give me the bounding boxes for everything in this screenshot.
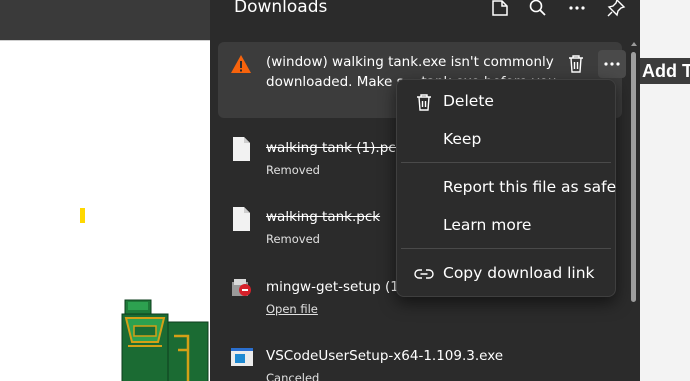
menu-separator — [401, 162, 611, 163]
file-name: mingw-get-setup (1) — [266, 279, 405, 295]
downloads-title: Downloads — [234, 0, 328, 17]
vscode-installer-icon — [231, 348, 253, 366]
file-icon — [233, 207, 250, 231]
menu-item-report-safe[interactable]: Report this file as safe — [397, 170, 617, 206]
open-file-link[interactable]: Open file — [266, 302, 318, 316]
menu-label: Report this file as safe — [443, 178, 617, 196]
search-icon[interactable] — [526, 0, 550, 20]
item-context-menu: Delete Keep Report this file as safe Lea… — [396, 79, 616, 297]
menu-item-copy-link[interactable]: Copy download link — [397, 256, 615, 292]
menu-item-delete[interactable]: Delete — [397, 84, 615, 120]
trash-icon — [417, 94, 431, 111]
yellow-marker — [80, 208, 85, 223]
warning-icon — [231, 55, 251, 73]
more-icon[interactable] — [565, 0, 589, 20]
file-icon — [233, 137, 250, 161]
pin-icon[interactable] — [604, 0, 628, 20]
link-icon — [414, 269, 434, 279]
menu-item-learn-more[interactable]: Learn more — [397, 208, 615, 244]
menu-label: Keep — [443, 130, 482, 148]
menu-separator — [401, 248, 611, 249]
more-dots-icon — [604, 62, 620, 66]
menu-item-keep[interactable]: Keep — [397, 122, 615, 158]
file-name: walking tank (1).pck — [266, 140, 404, 156]
downloads-header: Downloads — [210, 0, 640, 36]
trash-icon — [569, 55, 583, 73]
scrollbar-thumb[interactable] — [631, 52, 636, 302]
downloads-scrollbar[interactable] — [630, 40, 638, 381]
open-folder-icon[interactable] — [488, 0, 512, 20]
scroll-up-arrow-icon[interactable] — [631, 42, 637, 46]
download-item-4[interactable]: VSCodeUserSetup-x64-1.109.3.exe Canceled — [218, 338, 622, 381]
walking-tank-image — [121, 299, 209, 381]
installer-icon — [232, 279, 251, 296]
file-status: Canceled — [266, 371, 320, 381]
menu-label: Delete — [443, 92, 494, 110]
delete-item-button[interactable] — [562, 50, 590, 78]
menu-label: Learn more — [443, 216, 532, 234]
file-status: Removed — [266, 232, 320, 246]
file-name: walking tank.pck — [266, 209, 381, 225]
menu-label: Copy download link — [443, 264, 595, 282]
item-more-button[interactable] — [598, 50, 626, 78]
add-to-button[interactable]: Add To — [638, 58, 690, 84]
file-name: VSCodeUserSetup-x64-1.109.3.exe — [266, 348, 504, 364]
file-status: Removed — [266, 163, 320, 177]
